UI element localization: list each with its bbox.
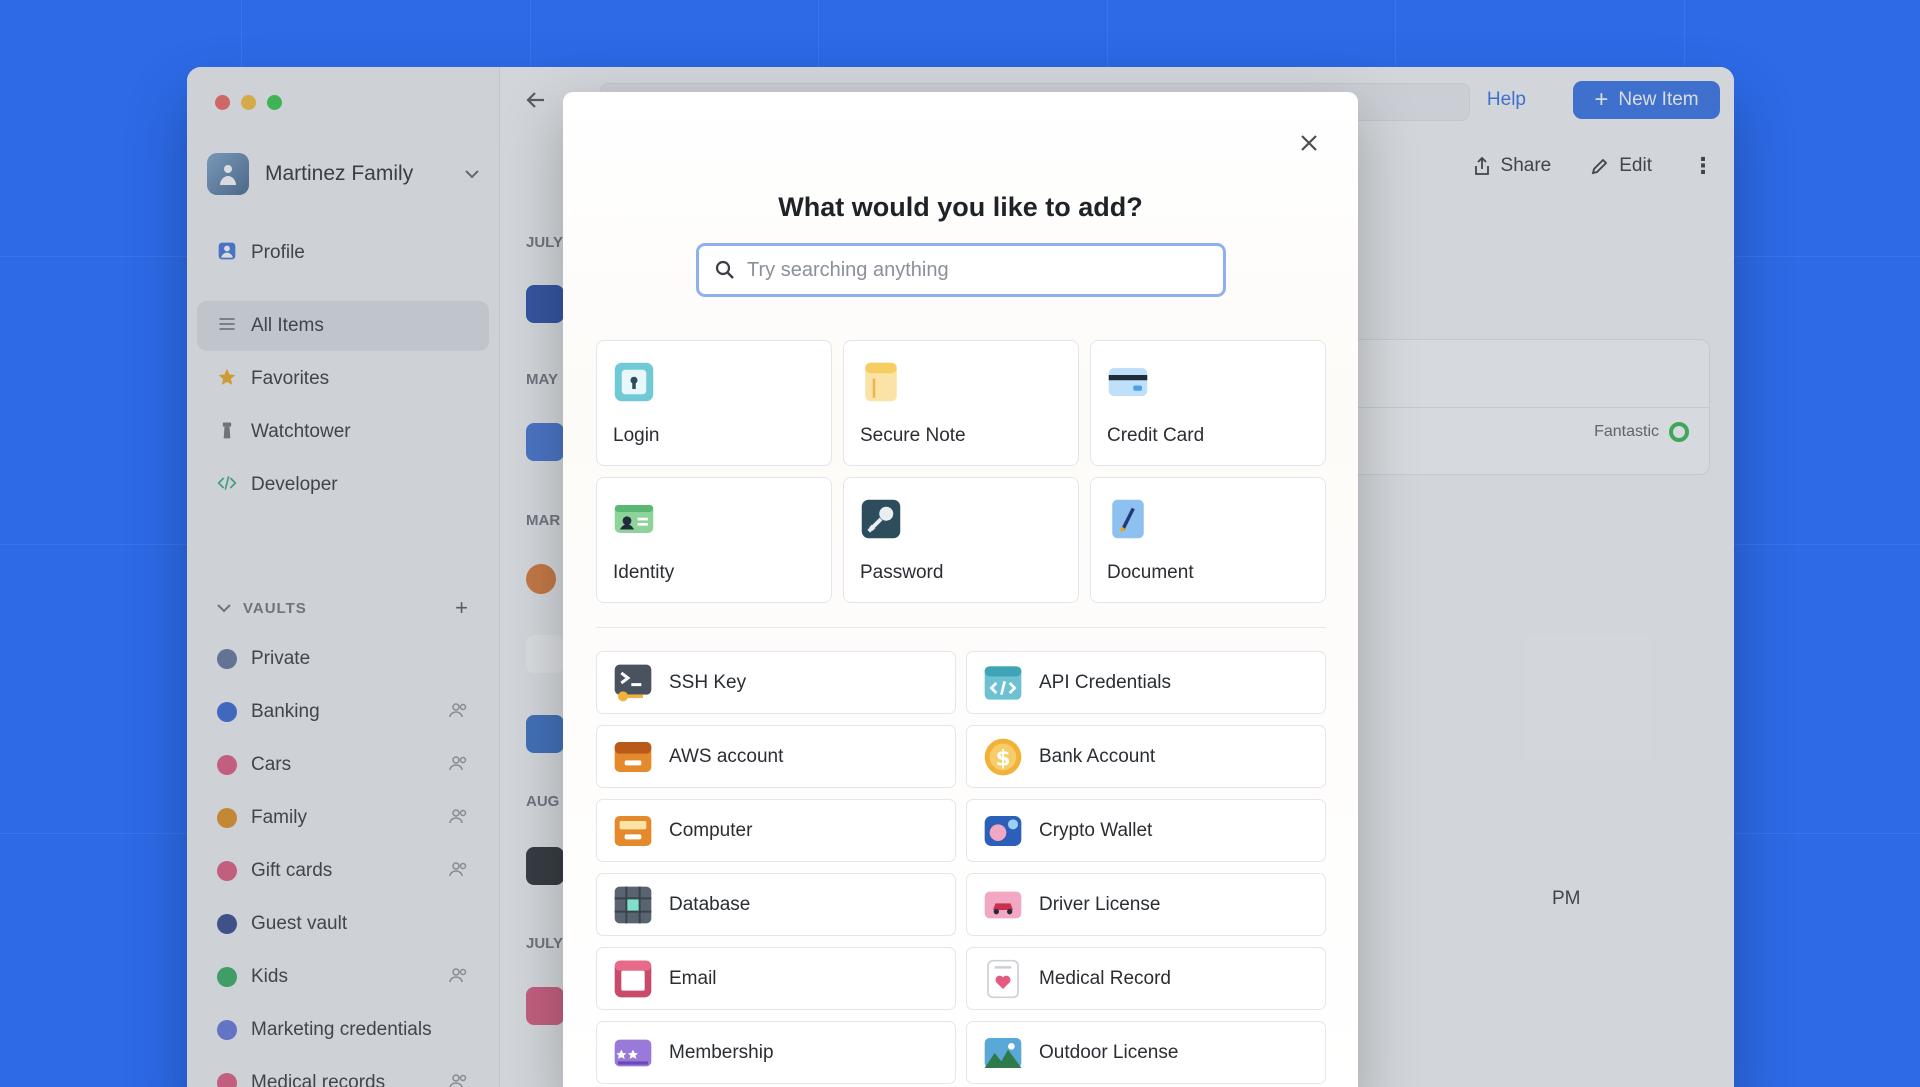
row-email[interactable]: Email — [596, 947, 956, 1010]
aws-icon — [613, 737, 653, 777]
terminal-icon — [613, 663, 653, 703]
outdoor-icon — [983, 1033, 1023, 1073]
modal-title: What would you like to add? — [778, 192, 1143, 222]
row-bank-account[interactable]: $ Bank Account — [966, 725, 1326, 788]
computer-icon — [613, 811, 653, 851]
row-api-credentials-label: API Credentials — [1039, 671, 1172, 693]
row-aws-account[interactable]: AWS account — [596, 725, 956, 788]
row-driver-license-label: Driver License — [1039, 893, 1161, 915]
row-medical-record[interactable]: Medical Record — [966, 947, 1326, 1010]
credit-card-icon — [1107, 361, 1149, 403]
row-outdoor-license[interactable]: Outdoor License — [966, 1021, 1326, 1084]
row-computer-label: Computer — [669, 819, 753, 841]
row-membership-label: Membership — [669, 1041, 774, 1063]
document-icon — [1107, 498, 1149, 540]
row-email-label: Email — [669, 967, 717, 989]
primary-category-tiles: Login Secure Note Credit Card Identity P… — [596, 340, 1326, 603]
tile-secure-note-label: Secure Note — [860, 425, 966, 446]
row-membership[interactable]: Membership — [596, 1021, 956, 1084]
tile-password-label: Password — [860, 562, 944, 583]
row-medical-record-label: Medical Record — [1039, 967, 1171, 989]
modal-search-input[interactable] — [747, 258, 1207, 282]
tile-password[interactable]: Password — [843, 477, 1079, 603]
tile-identity-label: Identity — [613, 562, 675, 583]
wallet-icon — [983, 811, 1023, 851]
search-icon — [715, 260, 734, 279]
modal-search-box[interactable] — [696, 243, 1226, 297]
row-computer[interactable]: Computer — [596, 799, 956, 862]
license-icon — [983, 885, 1023, 925]
svg-text:$: $ — [995, 746, 1010, 771]
coin-icon: $ — [983, 737, 1023, 777]
section-divider — [596, 627, 1326, 628]
row-database-label: Database — [669, 893, 751, 915]
close-icon[interactable] — [1300, 128, 1318, 159]
login-icon — [613, 361, 655, 403]
row-ssh-key-label: SSH Key — [669, 671, 747, 693]
tile-secure-note[interactable]: Secure Note — [843, 340, 1079, 466]
tile-credit-card-label: Credit Card — [1107, 425, 1205, 446]
row-ssh-key[interactable]: SSH Key — [596, 651, 956, 714]
tile-document[interactable]: Document — [1090, 477, 1326, 603]
identity-icon — [613, 498, 655, 540]
api-icon — [983, 663, 1023, 703]
tile-login-label: Login — [613, 425, 660, 446]
row-crypto-wallet[interactable]: Crypto Wallet — [966, 799, 1326, 862]
database-icon — [613, 885, 653, 925]
row-bank-account-label: Bank Account — [1039, 745, 1156, 767]
row-api-credentials[interactable]: API Credentials — [966, 651, 1326, 714]
note-icon — [860, 361, 902, 403]
membership-icon — [613, 1033, 653, 1073]
tile-document-label: Document — [1107, 562, 1194, 583]
row-aws-account-label: AWS account — [669, 745, 784, 767]
row-crypto-wallet-label: Crypto Wallet — [1039, 819, 1153, 841]
category-list: SSH Key API Credentials AWS account $ Ban… — [596, 651, 1326, 1084]
tile-identity[interactable]: Identity — [596, 477, 832, 603]
medical-record-icon — [983, 959, 1023, 999]
row-outdoor-license-label: Outdoor License — [1039, 1041, 1179, 1063]
email-icon — [613, 959, 653, 999]
row-database[interactable]: Database — [596, 873, 956, 936]
tile-credit-card[interactable]: Credit Card — [1090, 340, 1326, 466]
row-driver-license[interactable]: Driver License — [966, 873, 1326, 936]
key-icon — [860, 498, 902, 540]
add-item-modal: What would you like to add? Login Secure… — [563, 92, 1358, 1087]
tile-login[interactable]: Login — [596, 340, 832, 466]
